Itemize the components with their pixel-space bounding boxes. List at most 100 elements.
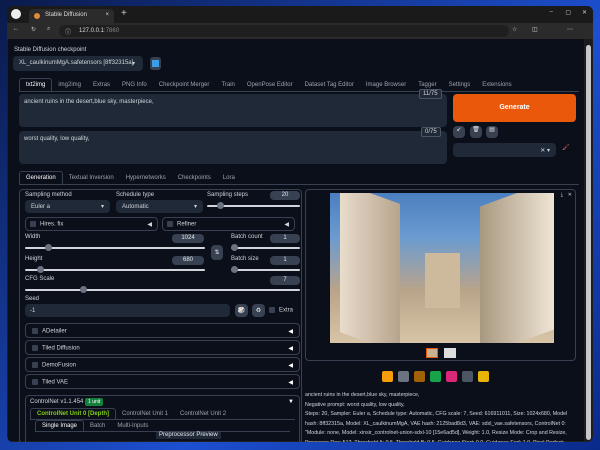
height-input[interactable]: 680 [172,256,204,265]
favorites-icon[interactable]: ☆ [512,26,517,33]
close-window-icon[interactable]: ✕ [582,9,587,16]
tab-hypernetworks[interactable]: Hypernetworks [120,172,172,184]
slider-handle[interactable] [231,266,238,273]
height-slider[interactable] [25,266,205,273]
slider-handle[interactable] [217,202,224,209]
search-icon[interactable]: ⌕ [47,26,50,33]
send-to-inpaint-icon[interactable] [446,371,457,382]
tab-textual-inversion[interactable]: Textual Inversion [63,172,120,184]
expand-icon[interactable]: ▼ [288,399,294,405]
cfg-scale-input[interactable]: 7 [270,276,300,285]
close-tab-icon[interactable]: × [105,12,109,18]
scrollbar[interactable] [585,39,592,441]
back-icon[interactable]: ← [13,26,19,32]
cfg-scale-slider[interactable] [25,286,300,293]
sampling-method-dropdown[interactable]: Euler a ▾ [25,200,110,213]
enable-checkbox[interactable] [32,379,38,385]
prompt-input[interactable]: ancient ruins in the desert,blue sky, ma… [19,94,447,127]
schedule-type-dropdown[interactable]: Automatic ▾ [116,200,203,213]
width-slider[interactable] [25,244,205,251]
tab-settings[interactable]: Settings [443,79,477,91]
tab-png-info[interactable]: PNG Info [116,79,153,91]
refiner-accordion[interactable]: Refiner ◀ [162,217,295,231]
minimize-icon[interactable]: – [550,9,553,15]
brush-icon[interactable]: 🖌 [562,144,570,151]
tab-openpose-editor[interactable]: OpenPose Editor [241,79,299,91]
hires-fix-checkbox[interactable] [30,221,36,227]
preprocessor-preview-checkbox[interactable]: Preprocessor Preview [156,432,221,439]
tab-img2img[interactable]: img2img [52,79,87,91]
batch-count-input[interactable]: 1 [270,234,300,243]
reuse-seed-button[interactable]: ♻ [252,304,265,317]
zip-icon[interactable] [414,371,425,382]
slider-handle[interactable] [45,244,52,251]
controlnet-mode-tab-2[interactable]: Multi-Inputs [111,421,154,431]
tab-lora[interactable]: Lora [217,172,241,184]
browser-tab[interactable]: Stable Diffusion × [29,9,114,23]
slider-handle[interactable] [80,286,87,293]
accordion-tiled-diffusion[interactable]: Tiled Diffusion ◀ [25,340,300,355]
random-seed-button[interactable]: 🎲 [235,304,248,317]
profile-icon[interactable] [11,9,21,19]
tab-extras[interactable]: Extras [87,79,116,91]
scrollbar-thumb[interactable] [586,45,591,440]
accordion-demofusion[interactable]: DemoFusion ◀ [25,357,300,372]
send-to-img2img-icon[interactable] [430,371,441,382]
seed-input[interactable]: -1 [25,304,230,317]
width-input[interactable]: 1024 [172,234,204,243]
styles-dropdown[interactable]: ✕ ▾ [453,143,556,157]
controlnet-unit-tab-0[interactable]: ControlNet Unit 0 [Depth] [30,408,116,419]
generated-image[interactable] [330,193,554,343]
slider-handle[interactable] [231,244,238,251]
menu-icon[interactable]: ⋯ [567,26,573,33]
tab-extensions[interactable]: Extensions [476,79,517,91]
tab-txt2img[interactable]: txt2img [19,78,53,91]
tab-generation[interactable]: Generation [19,171,63,184]
sampling-steps-slider[interactable] [207,202,300,209]
enable-checkbox[interactable] [32,328,38,334]
controlnet-mode-tab-0[interactable]: Single Image [35,420,85,431]
maximize-icon[interactable]: ▢ [565,9,571,16]
split-screen-icon[interactable]: ◫ [532,26,538,33]
send-to-extras-icon[interactable] [462,371,473,382]
slider-handle[interactable] [37,266,44,273]
refresh-icon[interactable]: ↻ [31,26,36,33]
close-icon[interactable]: ✕ [568,192,572,198]
magic-icon[interactable] [478,371,489,382]
tab-train[interactable]: Train [215,79,240,91]
thumbnail-1[interactable] [444,348,456,358]
controlnet-header[interactable]: ControlNet v1.1.454 1 unit [30,398,104,406]
url-field[interactable]: ⓘ 127.0.0.1:7860 [59,25,509,37]
enable-checkbox[interactable] [32,345,38,351]
controlnet-unit-tab-1[interactable]: ControlNet Unit 1 [116,409,174,419]
refresh-checkpoint-button[interactable] [150,57,161,70]
hires-fix-accordion[interactable]: Hires. fix ◀ [25,217,158,231]
clipboard-icon[interactable]: ▤ [486,126,498,138]
controlnet-mode-tab-1[interactable]: Batch [84,421,111,431]
batch-size-input[interactable]: 1 [270,256,300,265]
trash-icon[interactable]: 🗑 [470,126,482,138]
save-icon[interactable] [398,371,409,382]
swap-dimensions-button[interactable]: ⇅ [211,245,223,260]
batch-size-slider[interactable] [231,266,300,273]
folder-icon[interactable] [382,371,393,382]
enable-checkbox[interactable] [32,362,38,368]
tab-dataset-tag-editor[interactable]: Dataset Tag Editor [299,79,360,91]
thumbnail-0[interactable] [426,348,438,358]
extra-checkbox-row[interactable]: Extra [269,307,293,314]
accordion-tiled-vae[interactable]: Tiled VAE ◀ [25,374,300,389]
read-params-button[interactable]: ↙ [453,126,465,138]
new-tab-icon[interactable]: + [121,8,127,19]
generate-button[interactable]: Generate [453,94,576,122]
tab-checkpoints[interactable]: Checkpoints [172,172,217,184]
tab-checkpoint-merger[interactable]: Checkpoint Merger [153,79,216,91]
negative-prompt-input[interactable]: worst quality, low quality, [19,131,447,164]
refiner-checkbox[interactable] [167,221,173,227]
accordion-adetailer[interactable]: ADetailer ◀ [25,323,300,338]
sampling-steps-input[interactable]: 20 [270,191,300,200]
checkpoint-dropdown[interactable]: XL_caulkinumMgA.safetensors [8ff32315a] ▾ [13,56,143,71]
extra-checkbox[interactable] [269,307,275,313]
tab-image-browser[interactable]: Image Browser [360,79,412,91]
download-icon[interactable]: ⤓ [561,192,563,198]
controlnet-unit-tab-2[interactable]: ControlNet Unit 2 [174,409,232,419]
